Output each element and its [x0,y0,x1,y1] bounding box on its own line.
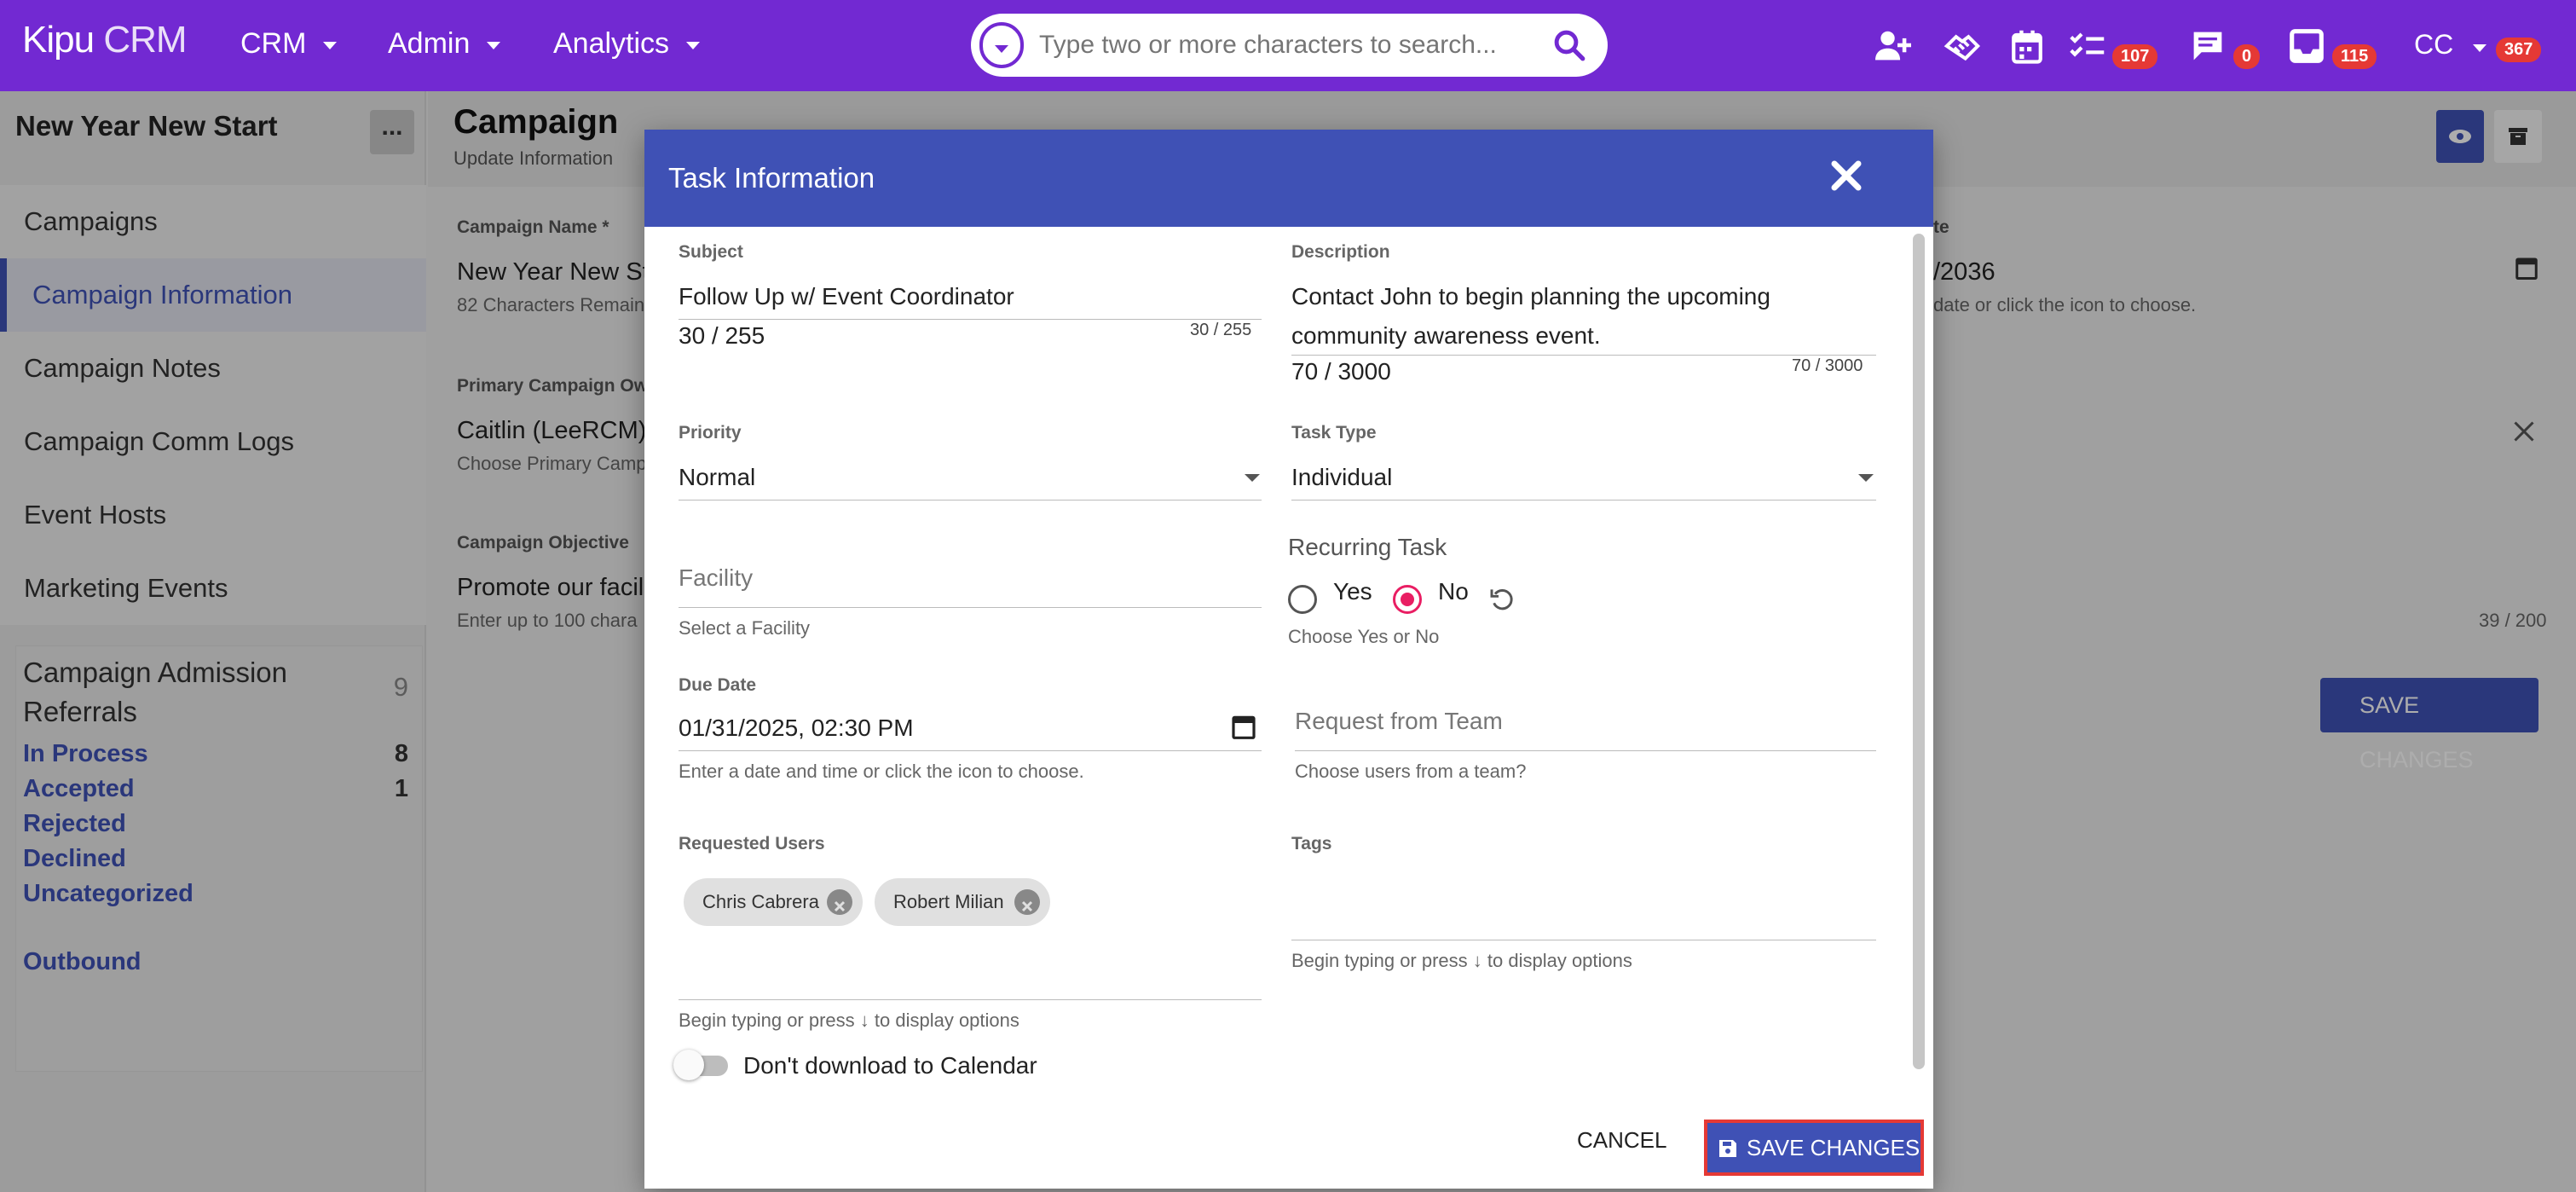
dialog-title: Task Information [668,162,875,194]
requested-users-label: Requested Users [679,834,825,853]
calendar-icon[interactable] [2010,29,2044,65]
nav-analytics-menu[interactable]: Analytics [553,27,701,61]
recurring-no-label[interactable]: No [1438,578,1469,605]
description-counter: 70 / 3000 [1792,356,1863,375]
task-type-select[interactable]: Individual [1291,464,1392,491]
logo-kipu: Kipu [22,19,95,61]
user-chip-label: Robert Milian [893,891,1004,912]
subject-underline [679,319,1262,320]
description-char-count: 70 / 3000 [1291,358,1391,385]
handshake-icon[interactable] [1944,29,1981,63]
search-input[interactable] [1039,24,1516,67]
save-icon [1719,1140,1736,1157]
task-type-underline [1291,500,1876,501]
priority-underline [679,500,1262,501]
due-date-label: Due Date [679,675,757,695]
subject-label: Subject [679,242,743,262]
due-date-underline [679,750,1262,751]
add-user-icon[interactable] [1874,29,1911,63]
nav-admin-menu[interactable]: Admin [388,27,501,61]
user-notification-badge: 367 [2496,38,2542,62]
user-chip: Robert Milian [875,878,1050,926]
recurring-help: Choose Yes or No [1288,626,1440,647]
user-initials: CC [2414,29,2454,60]
subject-char-count: 30 / 255 [679,322,765,349]
remove-chip-icon[interactable] [827,889,852,915]
top-navbar: Kipu CRM CRM Admin Analytics Type two or… [0,0,2576,91]
request-team-underline [1295,750,1876,751]
task-type-label: Task Type [1291,423,1377,443]
description-label: Description [1291,242,1390,262]
reset-icon[interactable] [1488,585,1516,612]
inbox-count-badge: 115 [2332,44,2377,69]
user-chip: Chris Cabrera [684,878,863,926]
description-line-2[interactable]: community awareness event. [1291,322,1601,350]
priority-label: Priority [679,423,742,443]
subject-input[interactable]: Follow Up w/ Event Coordinator [679,283,1014,310]
app-logo[interactable]: Kipu CRM [22,19,188,61]
messages-count-badge: 0 [2233,44,2261,69]
subject-counter: 30 / 255 [1190,321,1252,339]
save-changes-button[interactable]: SAVE CHANGES [1704,1120,1924,1176]
chat-icon[interactable] [2191,29,2225,63]
chevron-down-icon[interactable] [1245,474,1260,482]
calendar-toggle-label: Don't download to Calendar [743,1052,1037,1079]
description-underline [1291,355,1876,356]
inbox-icon[interactable] [2290,29,2324,63]
close-icon[interactable] [1821,150,1872,201]
task-information-dialog: Task Information Subject Follow Up w/ Ev… [644,130,1933,1189]
chevron-down-icon [995,45,1008,53]
facility-select[interactable]: Facility [679,564,753,592]
requested-users-underline[interactable] [679,999,1262,1000]
nav-crm-menu[interactable]: CRM [240,27,338,61]
search-scope-dropdown[interactable] [979,22,1024,68]
requested-users-help: Begin typing or press ↓ to display optio… [679,1010,1019,1031]
request-team-help: Choose users from a team? [1295,761,1527,782]
logo-crm: CRM [103,19,187,61]
chevron-down-icon[interactable] [1858,474,1874,482]
due-date-input[interactable]: 01/31/2025, 02:30 PM [679,715,914,742]
search-icon[interactable] [1551,27,1587,63]
tasks-icon[interactable] [2070,29,2105,63]
calendar-toggle-knob[interactable] [673,1050,704,1080]
nav-admin-label: Admin [388,27,471,60]
recurring-yes-radio[interactable] [1288,585,1317,614]
facility-underline [679,607,1262,608]
dialog-header: Task Information [644,130,1933,227]
global-search [971,14,1608,77]
tags-help: Begin typing or press ↓ to display optio… [1291,950,1632,971]
recurring-no-radio[interactable] [1393,585,1422,614]
request-from-team-select[interactable]: Request from Team [1295,708,1503,735]
calendar-icon[interactable] [1231,713,1256,740]
chevron-down-icon [487,42,501,49]
chevron-down-icon [323,42,338,49]
save-changes-label: SAVE CHANGES [1747,1135,1920,1160]
priority-select[interactable]: Normal [679,464,755,491]
cancel-button[interactable]: CANCEL [1577,1127,1666,1154]
nav-crm-label: CRM [240,27,307,60]
recurring-task-label: Recurring Task [1288,534,1447,560]
description-line-1[interactable]: Contact John to begin planning the upcom… [1291,283,1770,310]
user-chip-label: Chris Cabrera [702,891,819,912]
remove-chip-icon[interactable] [1014,889,1040,915]
dialog-scrollbar[interactable] [1913,234,1925,1069]
due-date-help: Enter a date and time or click the icon … [679,761,1084,782]
tags-label: Tags [1291,834,1332,853]
chevron-down-icon [686,42,701,49]
user-menu[interactable]: CC [2414,29,2487,61]
tasks-count-badge: 107 [2112,44,2158,69]
chevron-down-icon [2473,44,2487,53]
nav-analytics-label: Analytics [553,27,670,60]
recurring-yes-label[interactable]: Yes [1333,578,1372,605]
facility-help: Select a Facility [679,617,811,639]
